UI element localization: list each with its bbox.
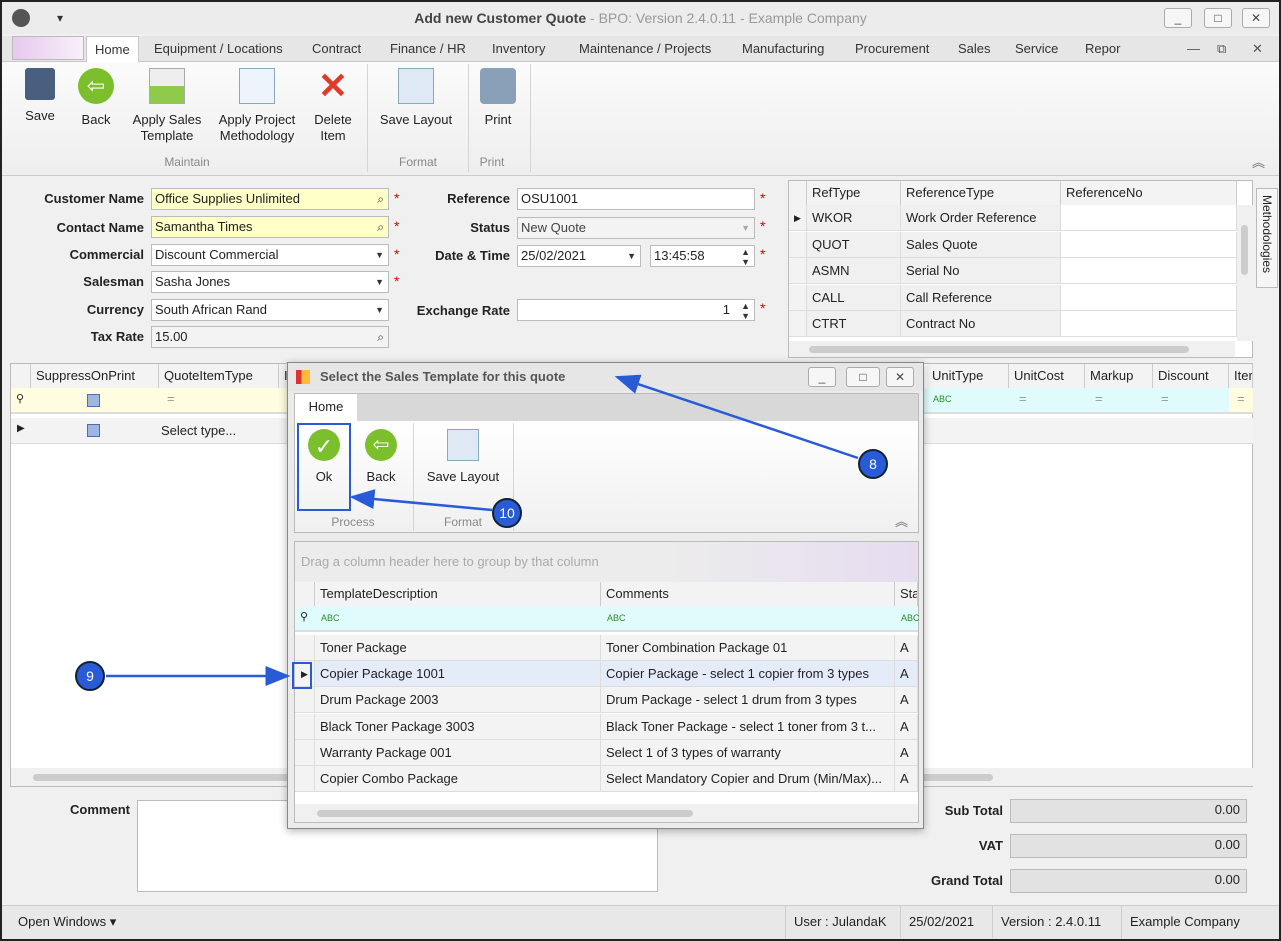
annotation-arrow-10 [349, 489, 493, 512]
annotation-marker-9: 9 [75, 661, 105, 691]
row-highlight-box [292, 662, 312, 689]
annotation-marker-8: 8 [858, 449, 888, 479]
annotation-arrows [106, 374, 859, 689]
annotation-marker-10: 10 [492, 498, 522, 528]
annotation-arrow-8 [614, 374, 859, 460]
